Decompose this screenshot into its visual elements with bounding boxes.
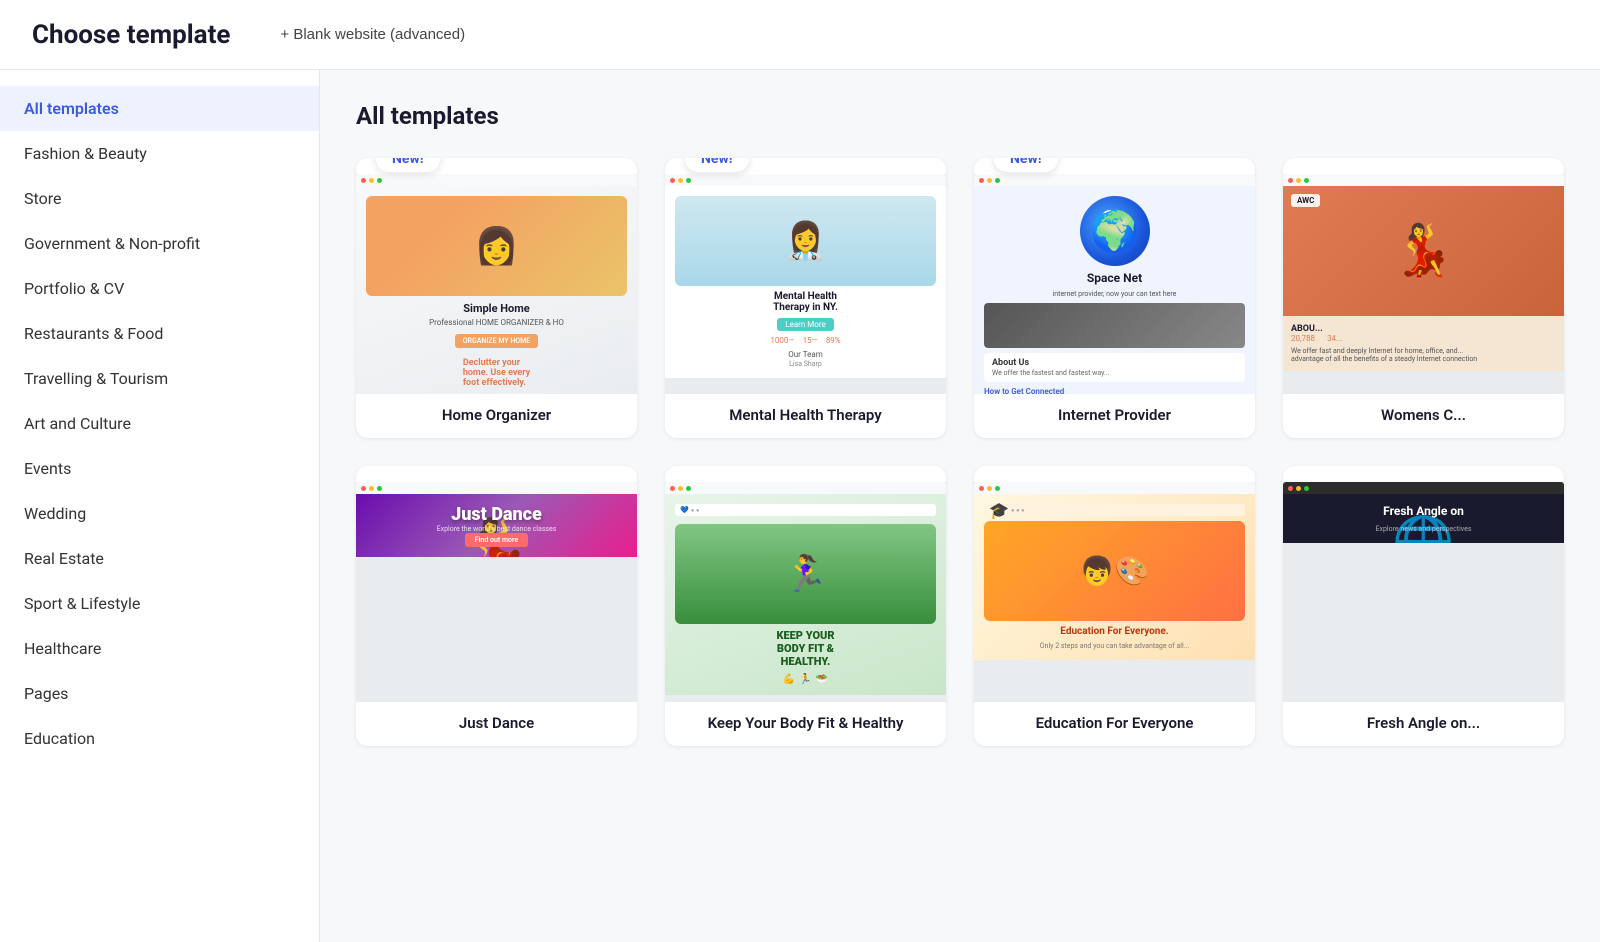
sidebar-item-government-non-profit[interactable]: Government & Non-profit <box>0 221 319 266</box>
template-card-just-dance[interactable]: Just Dance Explore the world's best danc… <box>356 466 637 746</box>
new-badge: New! <box>685 158 749 172</box>
content-area: All templates New! Simple HomeProfession… <box>320 70 1600 942</box>
sidebar-item-art-culture[interactable]: Art and Culture <box>0 401 319 446</box>
main-layout: All templatesFashion & BeautyStoreGovern… <box>0 70 1600 942</box>
sidebar-item-wedding[interactable]: Wedding <box>0 491 319 536</box>
template-card-education-for-everyone[interactable]: 🎓 ● ● ● Education For Everyone. Only 2 s… <box>974 466 1255 746</box>
template-label: Home Organizer <box>356 394 637 438</box>
template-label: Mental Health Therapy <box>665 394 946 438</box>
template-card-mental-health-therapy[interactable]: New! Mental HealthTherapy in NY. Learn M… <box>665 158 946 438</box>
template-card-fresh-angle[interactable]: Fresh Angle on Explore news and perspect… <box>1283 466 1564 746</box>
template-card-keep-fit[interactable]: 💙 ● ● KEEP YOURBODY FIT &HEALTHY. 💪🏃🥗 Ke… <box>665 466 946 746</box>
sidebar-item-pages[interactable]: Pages <box>0 671 319 716</box>
sidebar-item-all-templates[interactable]: All templates <box>0 86 319 131</box>
template-label: Keep Your Body Fit & Healthy <box>665 702 946 746</box>
sidebar-item-restaurants-food[interactable]: Restaurants & Food <box>0 311 319 356</box>
template-label: Just Dance <box>356 702 637 746</box>
template-card-internet-provider[interactable]: New! 🌍 Space Net internet provider, now … <box>974 158 1255 438</box>
sidebar-item-education[interactable]: Education <box>0 716 319 761</box>
sidebar-item-events[interactable]: Events <box>0 446 319 491</box>
page-title: Choose template <box>32 20 230 50</box>
templates-grid: New! Simple HomeProfessional HOME ORGANI… <box>356 158 1564 746</box>
sidebar-item-fashion-beauty[interactable]: Fashion & Beauty <box>0 131 319 176</box>
template-card-home-organizer[interactable]: New! Simple HomeProfessional HOME ORGANI… <box>356 158 637 438</box>
template-label: Fresh Angle on... <box>1283 702 1564 746</box>
sidebar-item-sport-lifestyle[interactable]: Sport & Lifestyle <box>0 581 319 626</box>
header: Choose template + Blank website (advance… <box>0 0 1600 70</box>
blank-website-button[interactable]: + Blank website (advanced) <box>270 20 475 49</box>
new-badge: New! <box>994 158 1058 172</box>
new-badge: New! <box>376 158 440 172</box>
section-title: All templates <box>356 102 1564 130</box>
sidebar-item-store[interactable]: Store <box>0 176 319 221</box>
template-label: Education For Everyone <box>974 702 1255 746</box>
sidebar-item-travelling-tourism[interactable]: Travelling & Tourism <box>0 356 319 401</box>
template-label: Internet Provider <box>974 394 1255 438</box>
sidebar-item-healthcare[interactable]: Healthcare <box>0 626 319 671</box>
sidebar-item-portfolio-cv[interactable]: Portfolio & CV <box>0 266 319 311</box>
template-card-womens-clothing[interactable]: AWC ABOU... 20,78834... We offer fast an… <box>1283 158 1564 438</box>
sidebar-item-real-estate[interactable]: Real Estate <box>0 536 319 581</box>
template-label: Womens C... <box>1283 394 1564 438</box>
sidebar: All templatesFashion & BeautyStoreGovern… <box>0 70 320 942</box>
